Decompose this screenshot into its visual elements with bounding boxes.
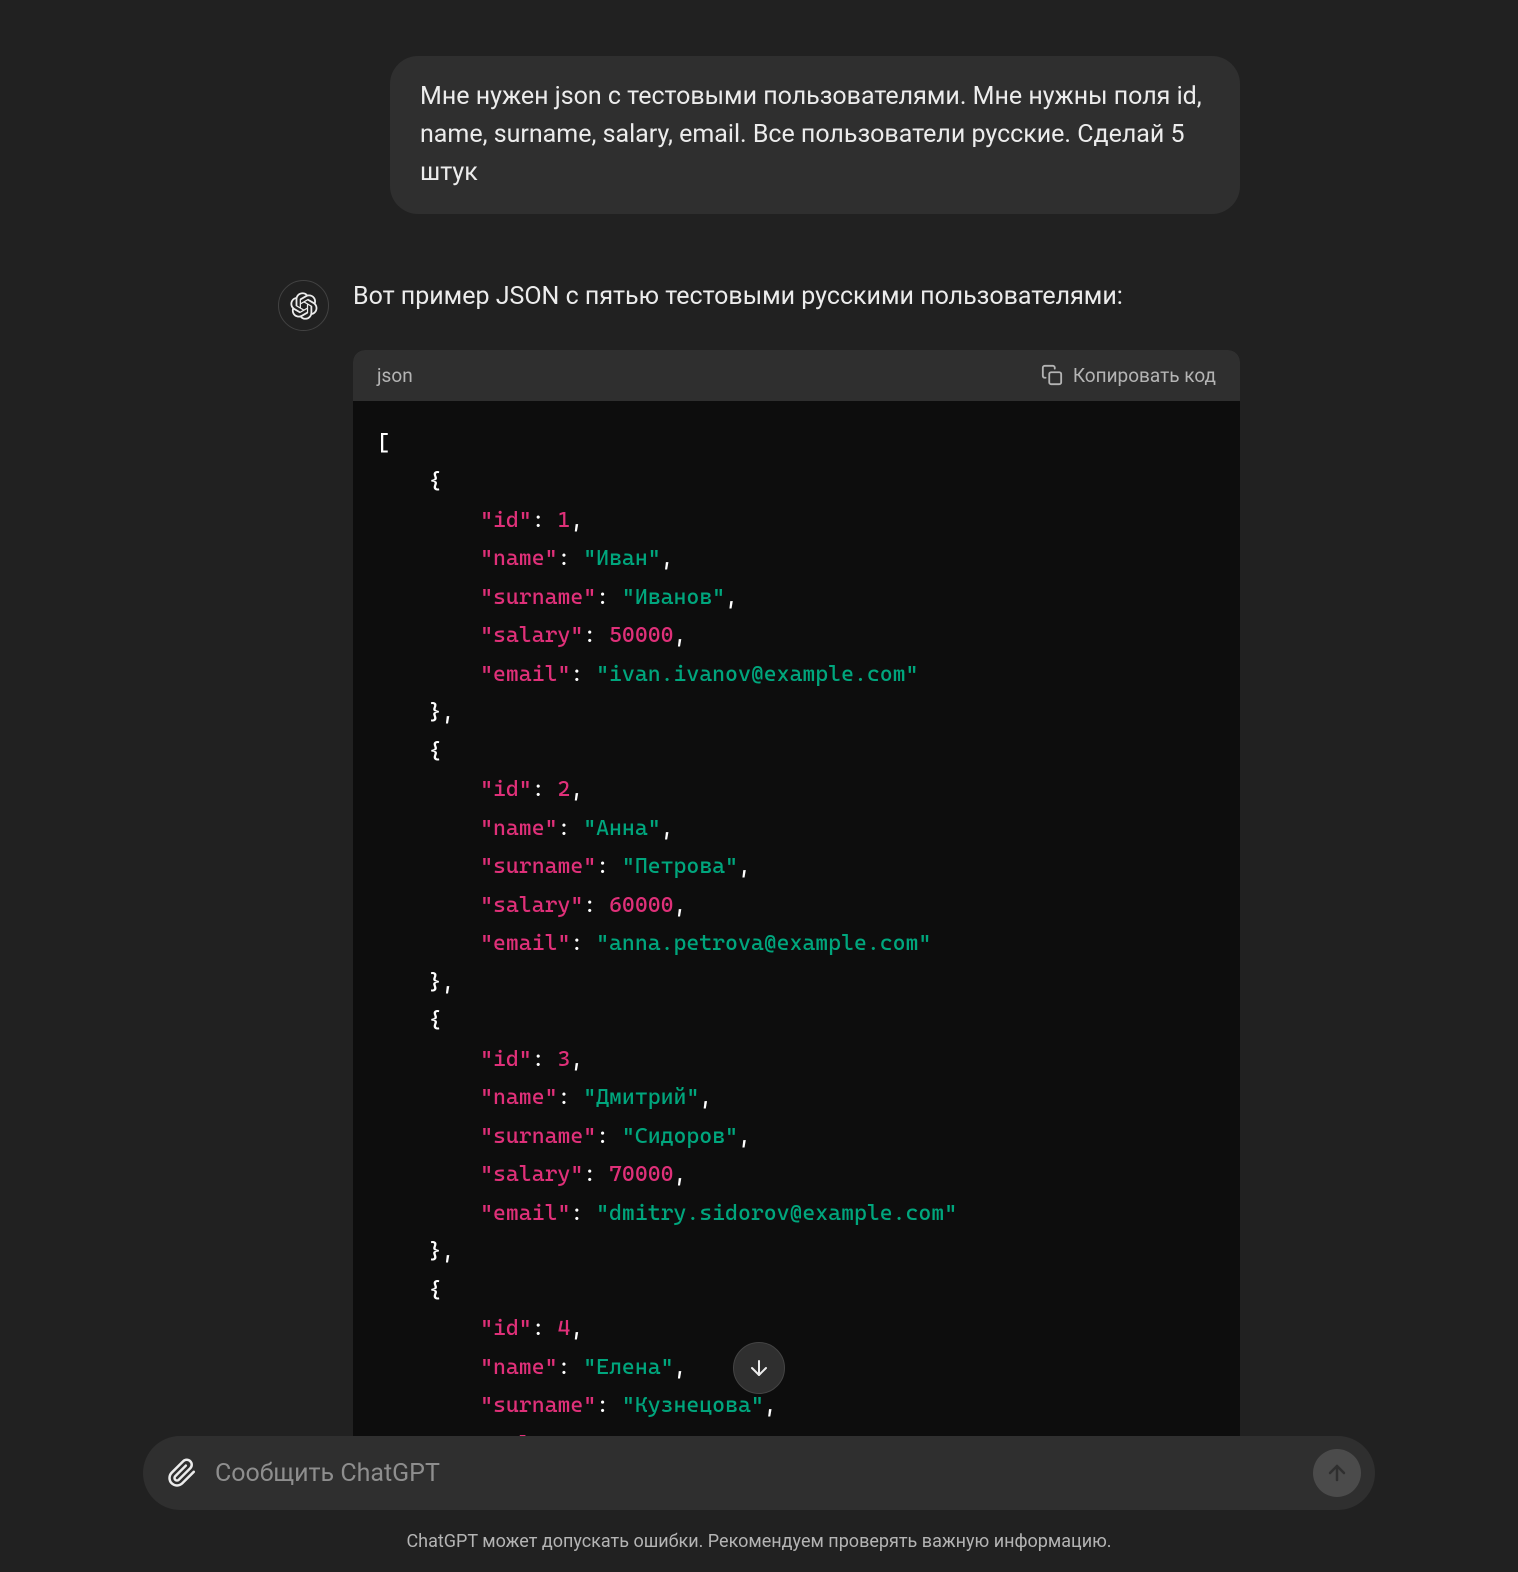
user-message-bubble: Мне нужен json с тестовыми пользователям… <box>390 56 1240 214</box>
assistant-intro-text: Вот пример JSON с пятью тестовыми русски… <box>353 278 1240 316</box>
scroll-to-bottom-button[interactable] <box>733 1342 785 1394</box>
arrow-up-icon <box>1325 1461 1349 1485</box>
code-block: json Копировать код [ { "id": 1, "name":… <box>353 350 1240 1465</box>
paperclip-icon <box>167 1458 197 1488</box>
copy-icon <box>1041 364 1063 386</box>
arrow-down-icon <box>747 1356 771 1380</box>
user-message-row: Мне нужен json с тестовыми пользователям… <box>278 56 1240 214</box>
message-input-placeholder[interactable]: Сообщить ChatGPT <box>215 1459 1313 1488</box>
assistant-message-row: Вот пример JSON с пятью тестовыми русски… <box>278 278 1240 1464</box>
user-message-text: Мне нужен json с тестовыми пользователям… <box>420 82 1202 187</box>
attach-file-button[interactable] <box>167 1458 197 1488</box>
copy-code-button[interactable]: Копировать код <box>1041 364 1216 387</box>
footer-disclaimer: ChatGPT может допускать ошибки. Рекоменд… <box>0 1531 1518 1552</box>
code-language-label: json <box>377 364 413 387</box>
copy-code-label: Копировать код <box>1073 364 1216 387</box>
code-content[interactable]: [ { "id": 1, "name": "Иван", "surname": … <box>353 401 1240 1465</box>
send-button[interactable] <box>1313 1449 1361 1497</box>
openai-logo-icon <box>290 292 318 320</box>
assistant-content: Вот пример JSON с пятью тестовыми русски… <box>353 278 1240 1464</box>
assistant-avatar <box>278 280 329 331</box>
message-input-bar[interactable]: Сообщить ChatGPT <box>143 1436 1375 1510</box>
chat-container: Мне нужен json с тестовыми пользователям… <box>144 0 1374 1464</box>
input-bar-wrap: Сообщить ChatGPT <box>0 1436 1518 1510</box>
code-header: json Копировать код <box>353 350 1240 401</box>
